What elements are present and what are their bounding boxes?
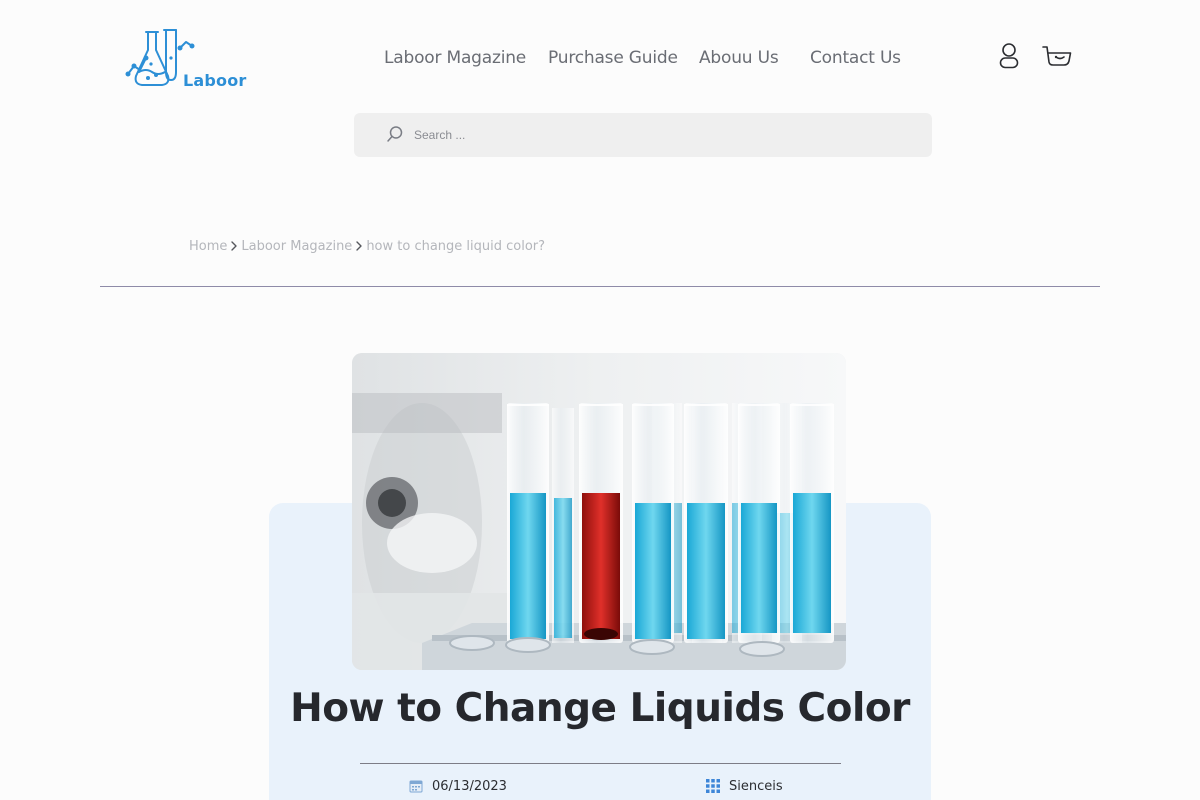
article-date-text: 06/13/2023 — [432, 778, 507, 794]
grid-icon — [706, 779, 720, 793]
breadcrumb: Home Laboor Magazine how to change liqui… — [189, 237, 545, 255]
article-meta-divider — [360, 763, 841, 764]
nav-item-about-us[interactable]: Abouu Us — [699, 48, 779, 68]
search-input[interactable] — [414, 124, 914, 146]
logo-text: Laboor — [183, 71, 247, 90]
article-category-text: Sienceis — [729, 778, 783, 794]
user-icon[interactable] — [998, 42, 1020, 70]
article-title: How to Change Liquids Color — [290, 686, 910, 731]
header-divider — [100, 286, 1100, 287]
breadcrumb-laboor-magazine[interactable]: Laboor Magazine — [241, 239, 352, 254]
chevron-right-icon — [229, 240, 239, 252]
search-icon[interactable] — [386, 125, 404, 143]
chevron-right-icon — [354, 240, 364, 252]
breadcrumb-home[interactable]: Home — [189, 239, 227, 254]
article-category[interactable]: Sienceis — [706, 777, 783, 795]
nav-item-purchase-guide[interactable]: Purchase Guide — [548, 48, 678, 68]
nav-item-contact-us[interactable]: Contact Us — [810, 48, 901, 68]
breadcrumb-current: how to change liquid color? — [366, 238, 546, 254]
search-bar — [354, 113, 932, 157]
calendar-icon — [409, 779, 423, 793]
article-date: 06/13/2023 — [409, 777, 507, 795]
main-nav: Laboor Magazine Purchase Guide Abouu Us … — [0, 48, 1200, 72]
page: Laboor Laboor Magazine Purchase Guide Ab… — [0, 0, 1200, 800]
nav-item-laboor-magazine[interactable]: Laboor Magazine — [384, 48, 526, 68]
article-hero-image[interactable] — [352, 353, 846, 670]
cart-icon[interactable] — [1042, 44, 1072, 68]
test-tubes-image — [352, 353, 846, 670]
